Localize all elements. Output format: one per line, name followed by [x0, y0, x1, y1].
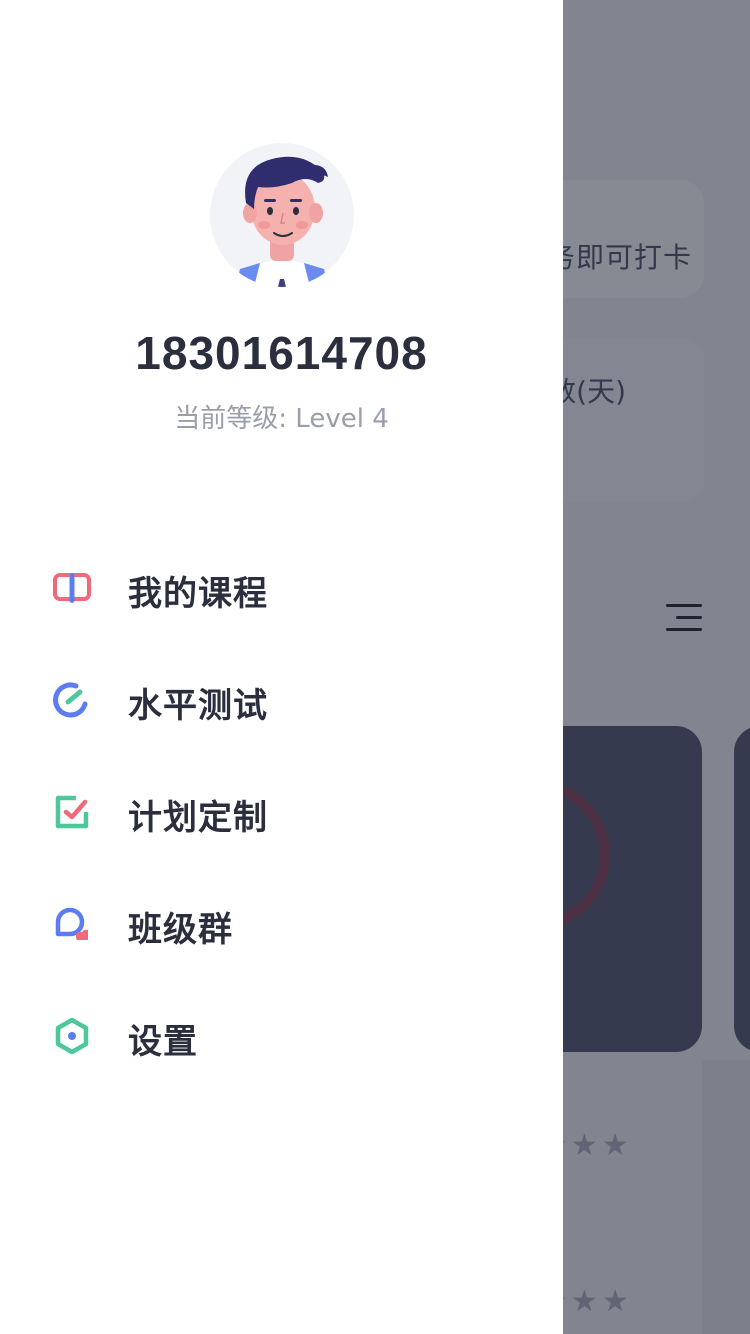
menu-item-level-test[interactable]: 水平测试: [0, 644, 563, 756]
menu-item-label: 设置: [128, 1022, 198, 1062]
menu-item-label: 班级群: [128, 910, 233, 950]
side-drawer: 18301614708 当前等级: Level 4 我的课程 水平测试 计划定制…: [0, 0, 563, 1334]
class-group-icon: [52, 904, 92, 944]
plan-icon: [52, 792, 92, 832]
menu-item-my-courses[interactable]: 我的课程: [0, 532, 563, 644]
menu-item-settings[interactable]: 设置: [0, 980, 563, 1092]
menu-item-label: 水平测试: [128, 686, 268, 726]
courses-icon: [52, 568, 92, 608]
level-value: Level 4: [295, 404, 389, 434]
user-phone-number: 18301614708: [135, 327, 428, 379]
level-label: 当前等级:: [174, 404, 288, 434]
settings-icon: [52, 1016, 92, 1056]
user-level: 当前等级: Level 4: [0, 398, 563, 435]
menu-item-plan[interactable]: 计划定制: [0, 756, 563, 868]
menu-item-class-group[interactable]: 班级群: [0, 868, 563, 980]
test-icon: [52, 680, 92, 720]
user-avatar-icon[interactable]: [210, 143, 354, 287]
menu-item-label: 我的课程: [128, 574, 268, 614]
menu-item-label: 计划定制: [128, 798, 268, 838]
